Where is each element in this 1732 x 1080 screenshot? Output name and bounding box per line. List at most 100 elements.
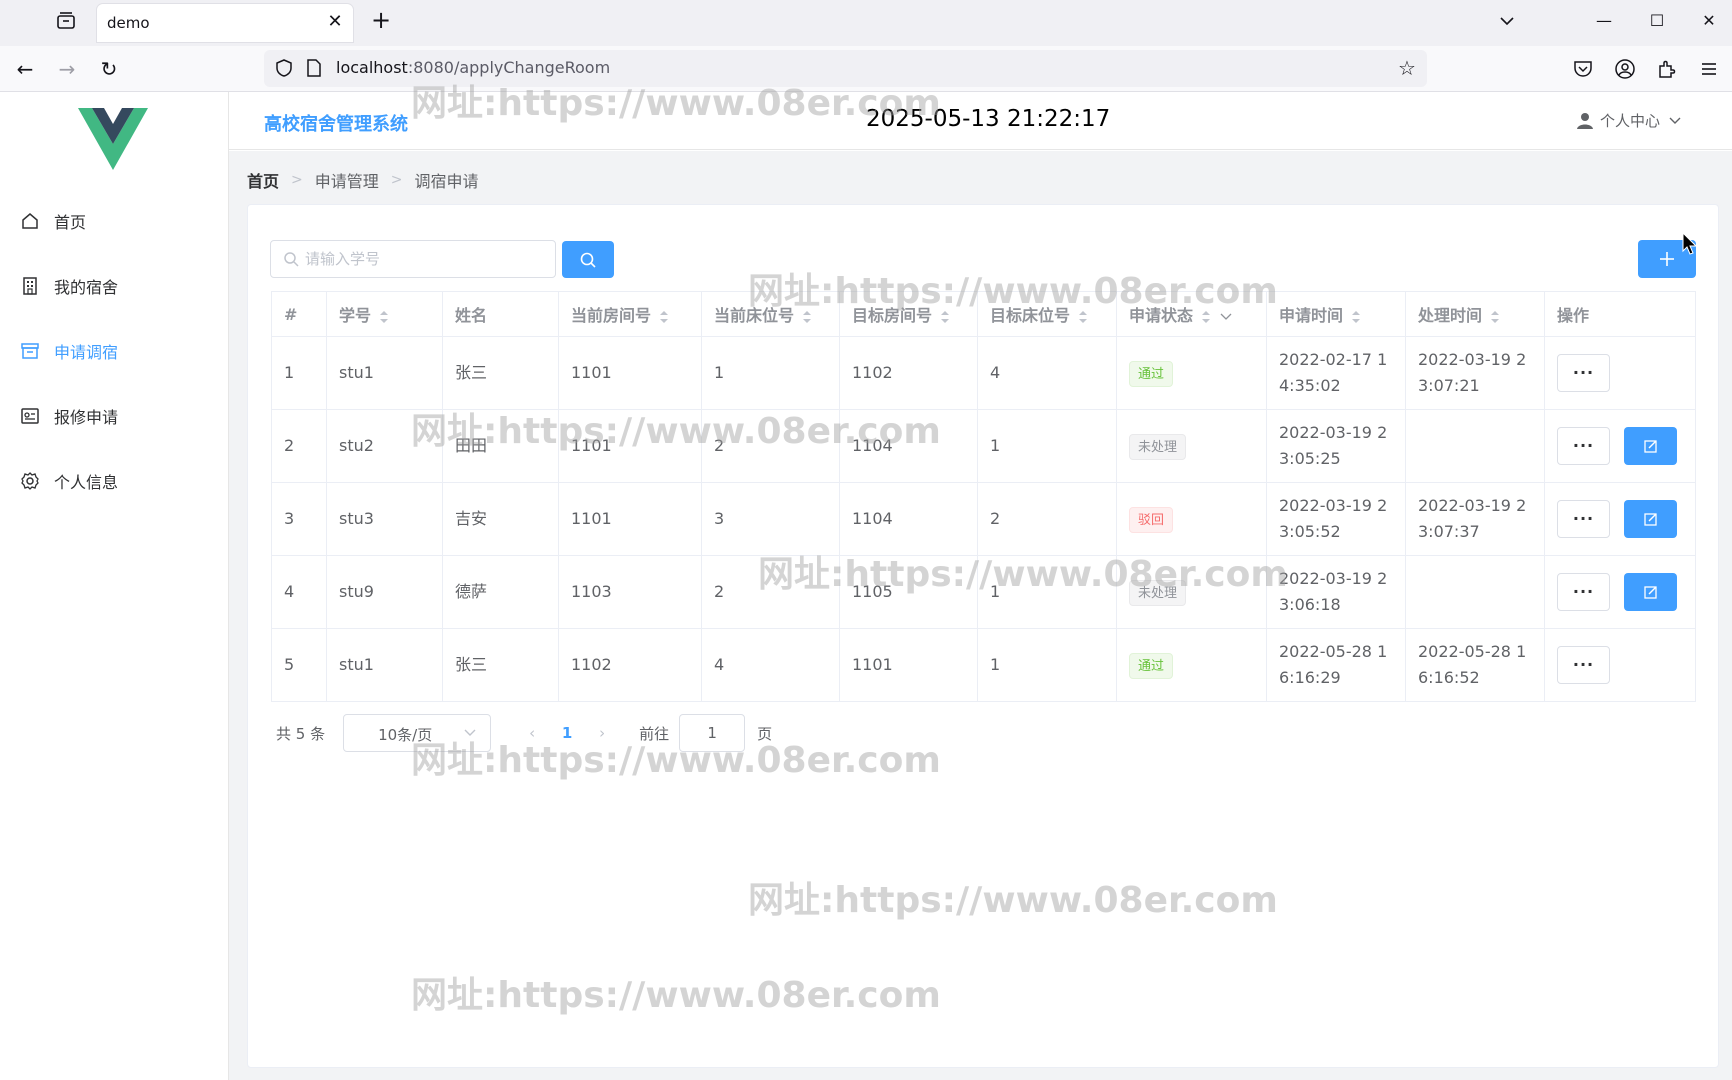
prev-page-button[interactable]: ‹ [517, 724, 547, 742]
apply-time-cell: 2022-03-19 23:05:52 [1266, 482, 1406, 556]
account-icon[interactable] [1614, 58, 1636, 80]
edit-icon [1643, 513, 1657, 526]
row-index: 5 [271, 628, 327, 702]
sidebar-item-label: 首页 [54, 213, 87, 232]
column-header-apply-time[interactable]: 申请时间 [1266, 291, 1406, 337]
table-row: 3 stu3 吉安 1101 3 1104 2 驳回 2022-03-19 23:05:52 20… [271, 482, 1696, 556]
user-center-dropdown[interactable]: 个人中心 [1576, 110, 1682, 131]
browser-tab-demo[interactable]: demo ✕ [97, 4, 353, 42]
edit-button[interactable] [1624, 573, 1677, 611]
search-button[interactable] [562, 241, 614, 278]
user-center-label: 个人中心 [1599, 112, 1660, 130]
edit-icon [1643, 440, 1657, 453]
column-header-status[interactable]: 申请状态 [1116, 291, 1267, 337]
more-button[interactable]: ··· [1557, 646, 1610, 684]
forward-button[interactable]: → [52, 54, 82, 84]
sidebar-item-apply-change-room[interactable]: 申请调宿 [0, 323, 228, 379]
sidebar-item-label: 我的宿舍 [54, 278, 119, 297]
search-input[interactable] [305, 245, 545, 273]
home-icon [22, 213, 38, 229]
sidebar-item-label: 申请调宿 [54, 343, 119, 362]
current-bed-cell: 2 [701, 409, 840, 483]
name-cell: 吉安 [442, 482, 559, 556]
url-text: localhost:8080/applyChangeRoom [336, 58, 611, 77]
building-icon [23, 277, 37, 295]
student-id-cell: stu3 [326, 482, 443, 556]
chevron-down-icon [1669, 117, 1681, 124]
target-room-cell: 1104 [839, 482, 978, 556]
column-header-target-room[interactable]: 目标房间号 [839, 291, 978, 337]
page-size-select[interactable]: 10条/页 [343, 714, 492, 752]
process-time-cell [1405, 409, 1545, 483]
current-room-cell: 1101 [558, 482, 702, 556]
new-tab-button[interactable]: + [368, 8, 394, 34]
sidebar-item-repair[interactable]: 报修申请 [0, 388, 228, 444]
system-title: 高校宿舍管理系统 [264, 114, 408, 135]
sort-icon[interactable] [659, 309, 669, 325]
sort-icon[interactable] [1078, 309, 1088, 325]
address-bar[interactable]: localhost:8080/applyChangeRoom ☆ [264, 50, 1427, 87]
actions-cell: ··· [1544, 555, 1696, 629]
browser-toolbar: ← → ↻ localhost:8080/applyChangeRoom ☆ [0, 46, 1732, 92]
shield-icon[interactable] [274, 58, 294, 78]
back-button[interactable]: ← [10, 54, 40, 84]
close-tab-icon[interactable]: ✕ [325, 12, 345, 32]
page-number-current[interactable]: 1 [547, 724, 587, 742]
apply-time-cell: 2022-03-19 23:05:25 [1266, 409, 1406, 483]
next-page-button[interactable]: › [587, 724, 617, 742]
status-cell: 未处理 [1116, 555, 1267, 629]
edit-button[interactable] [1624, 427, 1677, 465]
edit-button[interactable] [1624, 500, 1677, 538]
sidebar-item-home[interactable]: 首页 [0, 193, 228, 249]
reload-button[interactable]: ↻ [94, 54, 124, 84]
row-index: 4 [271, 555, 327, 629]
sort-icon[interactable] [940, 309, 950, 325]
maximize-window-button[interactable]: ☐ [1642, 6, 1672, 36]
target-room-cell: 1101 [839, 628, 978, 702]
sort-icon[interactable] [1351, 309, 1361, 325]
column-header-current-room[interactable]: 当前房间号 [558, 291, 702, 337]
row-actions: ··· [1557, 427, 1683, 465]
search-field[interactable] [270, 240, 556, 278]
goto-page-input[interactable]: 1 [679, 714, 746, 752]
more-button[interactable]: ··· [1557, 354, 1610, 392]
sidebar-item-my-dorm[interactable]: 我的宿舍 [0, 258, 228, 314]
minimize-window-button[interactable]: — [1589, 6, 1619, 36]
status-badge: 驳回 [1129, 506, 1174, 533]
sort-icon[interactable] [1201, 309, 1211, 325]
tab-overview-icon[interactable] [52, 10, 80, 32]
extensions-icon[interactable] [1656, 58, 1678, 80]
bookmark-star-icon[interactable]: ☆ [1395, 56, 1419, 80]
name-cell: 张三 [442, 628, 559, 702]
more-button[interactable]: ··· [1557, 427, 1610, 465]
sort-icon[interactable] [379, 309, 389, 325]
sort-icon[interactable] [1490, 309, 1500, 325]
target-bed-cell: 1 [977, 555, 1117, 629]
app-menu-icon[interactable] [1698, 58, 1720, 80]
pocket-icon[interactable] [1572, 58, 1594, 80]
more-button[interactable]: ··· [1557, 500, 1610, 538]
row-actions: ··· [1557, 354, 1683, 392]
column-header-target-bed[interactable]: 目标床位号 [977, 291, 1117, 337]
target-room-cell: 1104 [839, 409, 978, 483]
breadcrumb-home[interactable]: 首页 [247, 168, 279, 192]
list-tabs-chevron-icon[interactable] [1492, 6, 1522, 36]
more-button[interactable]: ··· [1557, 573, 1610, 611]
column-header-current-bed[interactable]: 当前床位号 [701, 291, 840, 337]
student-id-cell: stu1 [326, 336, 443, 410]
sort-icon[interactable] [802, 309, 812, 325]
column-header-process-time[interactable]: 处理时间 [1405, 291, 1545, 337]
app-header: 高校宿舍管理系统 2025-05-13 21:22:17 个人中心 [229, 92, 1732, 150]
column-header-student-id[interactable]: 学号 [326, 291, 443, 337]
page-info-icon[interactable] [306, 58, 322, 78]
apply-time-cell: 2022-03-19 23:06:18 [1266, 555, 1406, 629]
close-window-button[interactable]: ✕ [1694, 6, 1724, 36]
sidebar-item-profile[interactable]: 个人信息 [0, 453, 228, 509]
student-id-cell: stu1 [326, 628, 443, 702]
target-bed-cell: 2 [977, 482, 1117, 556]
filter-chevron-down-icon[interactable] [1219, 312, 1233, 322]
actions-cell: ··· [1544, 482, 1696, 556]
row-actions: ··· [1557, 573, 1683, 611]
name-cell: 张三 [442, 336, 559, 410]
status-cell: 通过 [1116, 336, 1267, 410]
